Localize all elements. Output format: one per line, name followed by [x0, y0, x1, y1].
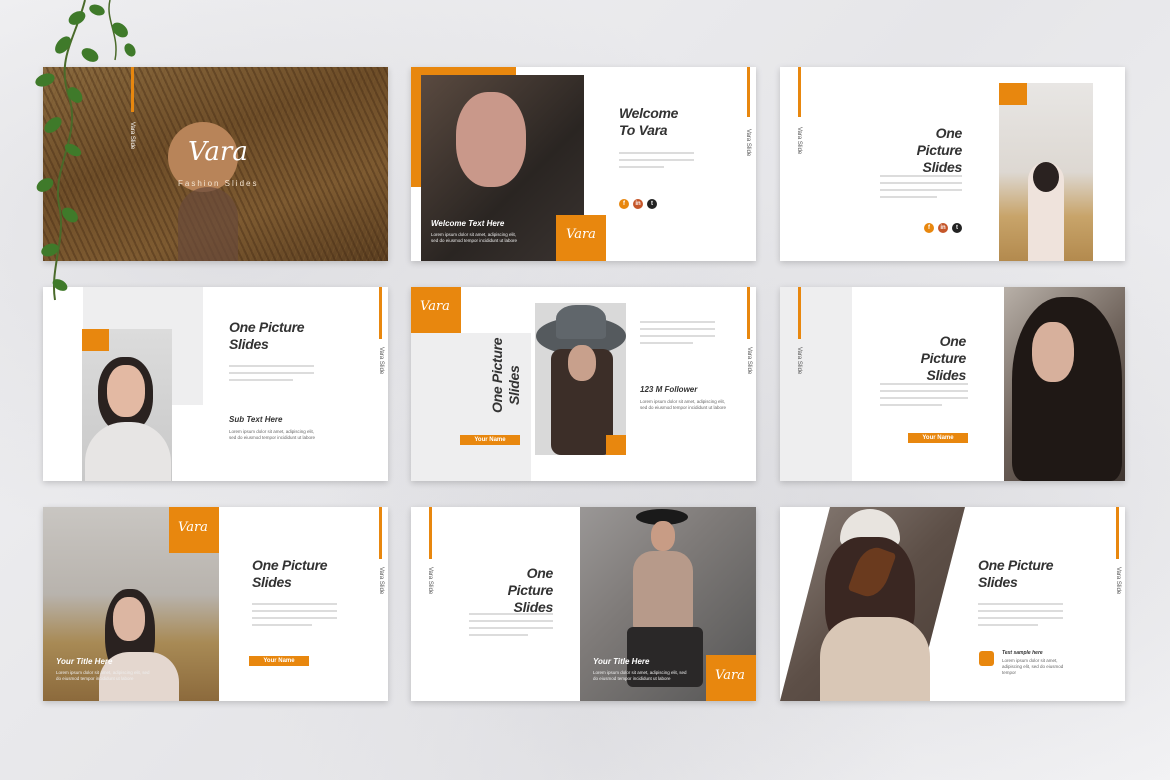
brand-logo: Vara: [188, 137, 248, 167]
caption-body: Lorem ipsum dolor sit amet, adipiscing e…: [1002, 658, 1064, 675]
welcome-body: Lorem ipsum dolor sit amet, adipiscing e…: [431, 232, 518, 243]
slide-title: One Picture Slides: [916, 125, 963, 175]
orange-square: [606, 435, 626, 455]
face: [568, 345, 596, 381]
slide-one-picture-8[interactable]: Vara Slide One Picture Slides Your Title …: [411, 507, 756, 701]
accent-bar: [798, 67, 801, 117]
text-lines: [252, 603, 337, 631]
text-lines: [469, 613, 553, 641]
text-lines: [229, 365, 314, 386]
slide-title: One Picture Slides: [507, 565, 554, 615]
social-icons: f in t: [619, 199, 657, 209]
facebook-icon[interactable]: f: [924, 223, 934, 233]
accent-bar: [747, 287, 750, 339]
face: [651, 521, 675, 551]
accent-bar: [379, 507, 382, 559]
rotated-title: One Picture Slides: [489, 337, 522, 413]
face: [456, 92, 526, 187]
slide-one-picture-3[interactable]: Vara Slide One Picture Slides f in t: [780, 67, 1125, 261]
accent-bar: [747, 67, 750, 117]
follower-count: 123 M Follower: [640, 385, 698, 394]
accent-bar: [798, 287, 801, 339]
brand-logo: Vara: [715, 668, 745, 683]
text-lines: [978, 603, 1063, 631]
brand-logo: Vara: [566, 227, 596, 242]
slide-one-picture-6[interactable]: Vara Slide One Picture Slides Your Name: [780, 287, 1125, 481]
vertical-label: Vara Slide: [796, 347, 802, 375]
text-lines: [880, 383, 968, 411]
caption-title: Text sample here: [1002, 650, 1043, 656]
hair: [1012, 297, 1122, 481]
twitter-icon[interactable]: t: [647, 199, 657, 209]
body: [633, 551, 693, 631]
photo-title: Your Title Here: [56, 657, 113, 666]
slide-title: Welcome To Vara: [619, 105, 679, 138]
face: [107, 365, 145, 417]
caption-icon: [979, 651, 994, 666]
vertical-label: Vara Slide: [746, 347, 752, 375]
face: [113, 597, 145, 641]
slide-welcome[interactable]: Vara Welcome Text Here Lorem ipsum dolor…: [411, 67, 756, 261]
hat-crown: [556, 305, 606, 339]
vertical-label: Vara Slide: [1115, 567, 1121, 595]
gray-panel: [780, 287, 852, 481]
coat: [820, 617, 930, 701]
text-lines: [619, 152, 694, 173]
vertical-label: Vara Slide: [378, 567, 384, 595]
accent-bar: [429, 507, 432, 559]
your-name-button[interactable]: Your Name: [249, 656, 309, 666]
accent-bar: [1116, 507, 1119, 559]
your-name-button[interactable]: Your Name: [460, 435, 520, 445]
accent-bar: [379, 287, 382, 339]
slide-one-picture-9[interactable]: One Picture Slides Text sample here Lorem…: [780, 507, 1125, 701]
vertical-label: Vara Slide: [745, 129, 751, 157]
linkedin-icon[interactable]: in: [633, 199, 643, 209]
sub-body: Lorem ipsum dolor sit amet, adipiscing e…: [229, 429, 316, 440]
text-lines: [640, 321, 715, 349]
slide-title: One Picture Slides: [978, 557, 1054, 590]
vertical-label: Vara Slide: [796, 127, 802, 155]
orange-square: [82, 329, 109, 351]
slide-one-picture-4[interactable]: One Picture Slides Sub Text Here Lorem ip…: [43, 287, 388, 481]
sub-title: Sub Text Here: [229, 415, 283, 424]
slide-one-picture-7[interactable]: Vara Your Title Here Lorem ipsum dolor s…: [43, 507, 388, 701]
your-name-button[interactable]: Your Name: [908, 433, 968, 443]
social-icons: f in t: [924, 223, 962, 233]
brand-logo: Vara: [178, 520, 208, 535]
photo-body: Lorem ipsum dolor sit amet, adipiscing e…: [593, 670, 687, 681]
slide-title: One Picture Slides: [252, 557, 328, 590]
slide-title: One Picture Slides: [229, 319, 305, 352]
head: [1033, 162, 1059, 192]
face: [1032, 322, 1074, 382]
photo-body: Lorem ipsum dolor sit amet, adipiscing e…: [56, 670, 150, 681]
ivy-decoration: [35, 0, 136, 301]
twitter-icon[interactable]: t: [952, 223, 962, 233]
welcome-subtitle: Welcome Text Here: [431, 219, 505, 228]
figure-body: [178, 187, 238, 261]
facebook-icon[interactable]: f: [619, 199, 629, 209]
slide-title: One Picture Slides: [920, 333, 967, 383]
vertical-label: Vara Slide: [427, 567, 433, 595]
cover-subtitle: Fashion Slides: [178, 179, 259, 188]
linkedin-icon[interactable]: in: [938, 223, 948, 233]
orange-square: [999, 83, 1027, 105]
photo-title: Your Title Here: [593, 657, 650, 666]
vertical-label: Vara Slide: [378, 347, 384, 375]
follower-body: Lorem ipsum dolor sit amet, adipiscing e…: [640, 399, 727, 410]
text-lines: [880, 175, 962, 203]
slide-one-picture-5[interactable]: Vara One Picture Slides Your Name 123 M F…: [411, 287, 756, 481]
brand-logo: Vara: [420, 299, 450, 314]
